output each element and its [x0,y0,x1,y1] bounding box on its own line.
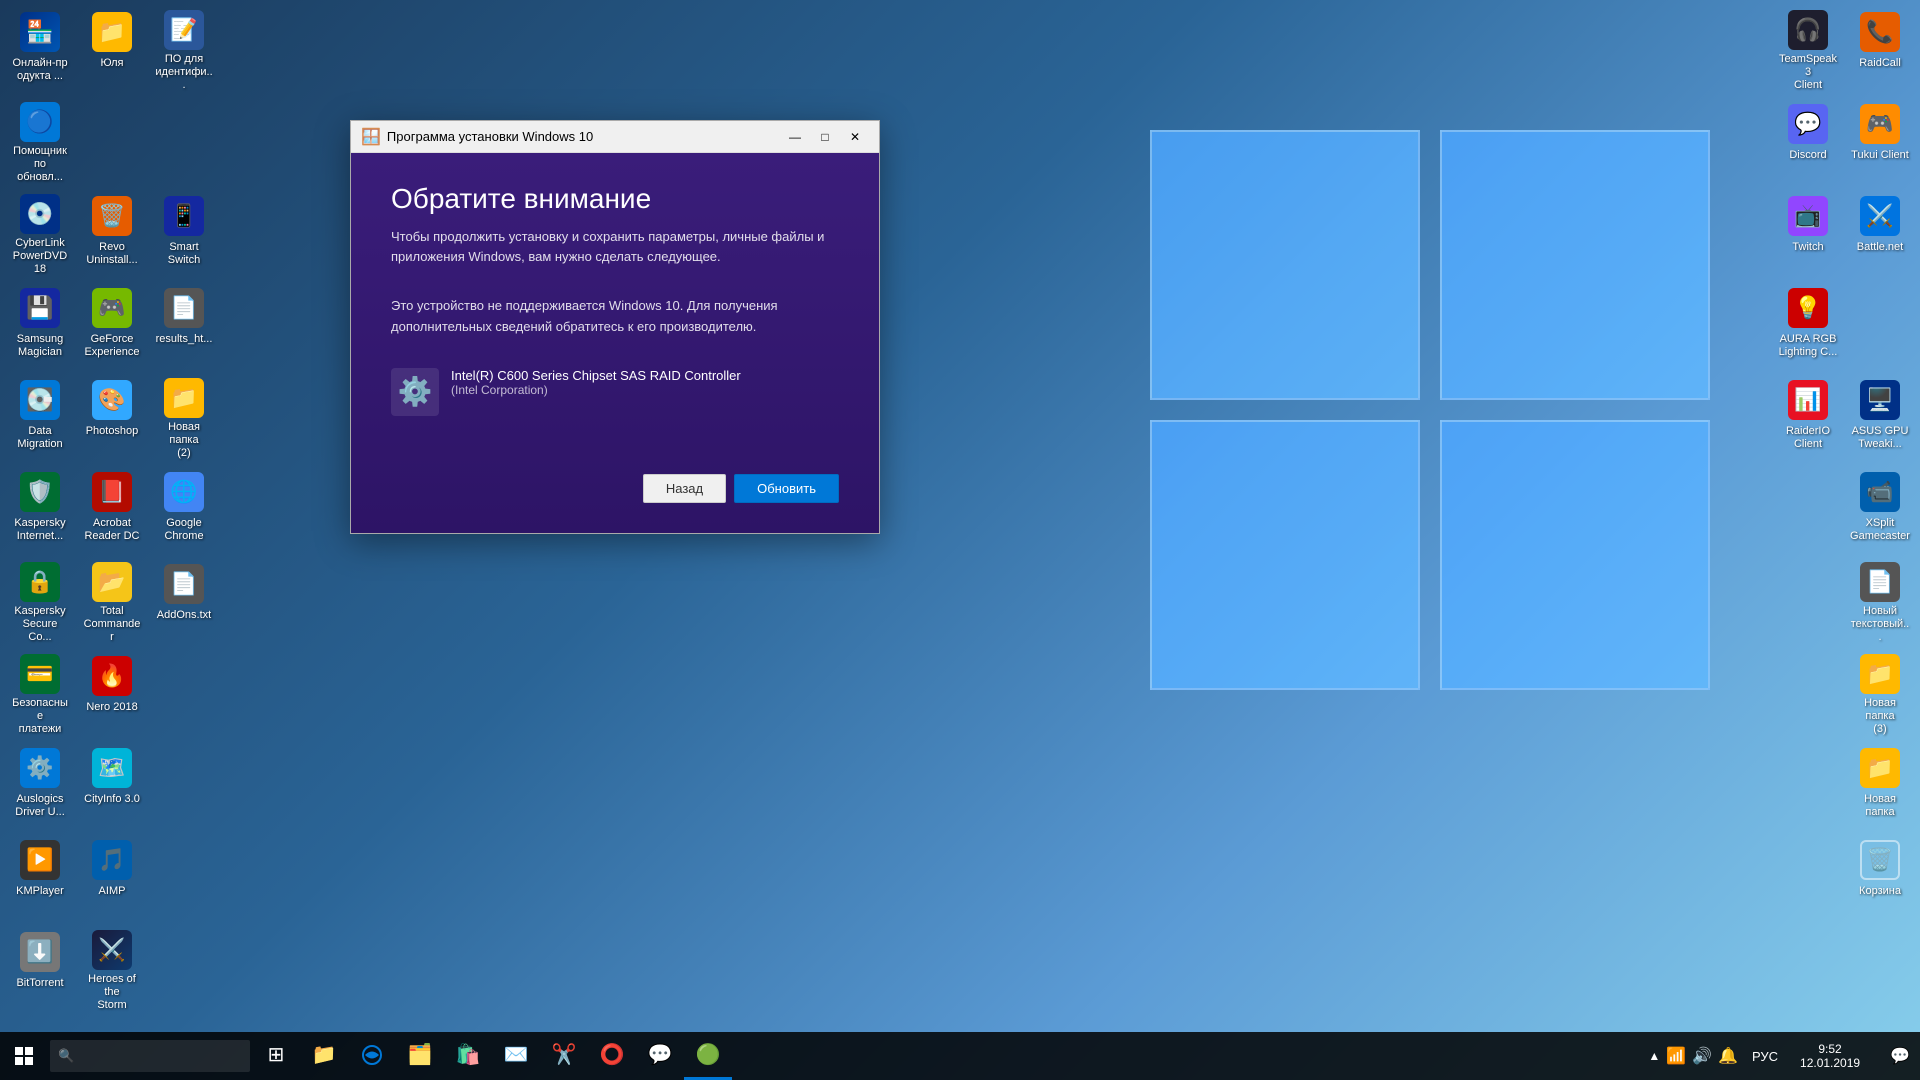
taskbar-item-teams[interactable]: 💬 [636,1032,684,1080]
icon-bittorrent[interactable]: ⬇️ BitTorrent [5,925,75,1015]
device-maker-text: (Intel Corporation) [451,383,741,397]
device-name-text: Intel(R) C600 Series Chipset SAS RAID Co… [451,368,741,383]
icon-asus-gpu-tweakii[interactable]: 🖥️ ASUS GPUTweaki... [1845,373,1915,463]
dialog-maximize-button[interactable]: □ [811,126,839,148]
taskbar-right-area: ▲ 📶 🔊 🔔 РУС 9:52 12.01.2019 💬 [1638,1042,1920,1070]
taskbar-item-file-manager[interactable]: 🗂️ [396,1032,444,1080]
dialog-back-button[interactable]: Назад [643,474,726,503]
icon-results[interactable]: 📄 results_ht... [149,281,219,371]
tray-chevron-icon[interactable]: ▲ [1648,1049,1660,1063]
desktop-icons-area: 🏪 Онлайн-продукта ... 📁 Юля 📝 ПО дляиден… [0,0,1920,1032]
taskbar-item-store[interactable]: 🛍️ [444,1032,492,1080]
dialog-subtext: Чтобы продолжить установку и сохранить п… [391,227,839,266]
tray-network-icon[interactable]: 📶 [1666,1046,1686,1066]
taskbar-clock[interactable]: 9:52 12.01.2019 [1792,1042,1868,1070]
icon-software-id[interactable]: 📝 ПО дляидентифи... [149,5,219,95]
icon-discord[interactable]: 💬 Discord [1773,97,1843,187]
icon-twitch[interactable]: 📺 Twitch [1773,189,1843,279]
dialog-titlebar: 🪟 Программа установки Windows 10 — □ ✕ [351,121,879,153]
dialog-device-info: ⚙️ Intel(R) C600 Series Chipset SAS RAID… [391,368,839,416]
icon-samsung-magician[interactable]: 💾 SamsungMagician [5,281,75,371]
icon-grid-left: 🏪 Онлайн-продукта ... 📁 Юля 📝 ПО дляиден… [5,5,219,1015]
icon-new-folder-empty[interactable]: 📁 Новая папка [1845,741,1915,831]
icon-aimp[interactable]: 🎵 AIMP [77,833,147,923]
dialog-title-text: Программа установки Windows 10 [387,129,781,144]
dialog-body: Обратите внимание Чтобы продолжить устан… [351,153,879,533]
icon-safe-payments[interactable]: 💳 Безопасныеплатежи [5,649,75,739]
icon-photoshop[interactable]: 🎨 Photoshop [77,373,147,463]
icon-online-product[interactable]: 🏪 Онлайн-продукта ... [5,5,75,95]
icon-new-folder-3[interactable]: 📁 Новая папка(3) [1845,649,1915,739]
icon-geforce[interactable]: 🎮 GeForceExperience [77,281,147,371]
dialog-body-text: Это устройство не поддерживается Windows… [391,296,839,338]
tray-volume-icon[interactable]: 🔊 [1692,1046,1712,1066]
icon-new-folder-2[interactable]: 📁 Новая папка(2) [149,373,219,463]
icon-teamspeak[interactable]: 🎧 TeamSpeak 3Client [1773,5,1843,95]
clock-time: 9:52 [1818,1042,1841,1056]
taskbar: 🔍 ⊞ 📁 🗂️ 🛍️ ✉️ ✂️ ⭕ 💬 🟢 ▲ 📶 🔊 🔔 РУС [0,1032,1920,1080]
icon-revo[interactable]: 🗑️ RevoUninstall... [77,189,147,279]
icon-grid-right: 🎧 TeamSpeak 3Client 📞 RaidCall 💬 Discord… [1773,5,1915,923]
icon-kaspersky-internet[interactable]: 🛡️ KasperskyInternet... [5,465,75,555]
icon-total-commander[interactable]: 📂 TotalCommander [77,557,147,647]
icon-google-chrome[interactable]: 🌐 GoogleChrome [149,465,219,555]
icon-new-text-file[interactable]: 📄 Новыйтекстовый... [1845,557,1915,647]
taskbar-pinned-items: ⊞ 📁 🗂️ 🛍️ ✉️ ✂️ ⭕ 💬 🟢 [252,1032,1638,1080]
icon-update-helper[interactable]: 🔵 Помощникпо обновл... [5,97,75,187]
icon-yulya[interactable]: 📁 Юля [77,5,147,95]
dialog-minimize-button[interactable]: — [781,126,809,148]
taskbar-item-snip[interactable]: ✂️ [540,1032,588,1080]
dialog-heading: Обратите внимание [391,183,839,215]
icon-heroes-of-storm[interactable]: ⚔️ Heroes of theStorm [77,925,147,1015]
desktop: 🏪 Онлайн-продукта ... 📁 Юля 📝 ПО дляиден… [0,0,1920,1080]
icon-raidcall[interactable]: 📞 RaidCall [1845,5,1915,95]
icon-kaspersky-secure[interactable]: 🔒 KasperskySecure Co... [5,557,75,647]
icon-kmplayer[interactable]: ▶️ KMPlayer [5,833,75,923]
icon-smart-switch[interactable]: 📱 Smart Switch [149,189,219,279]
icon-raiderio[interactable]: 📊 RaiderIOClient [1773,373,1843,463]
taskbar-item-task-view[interactable]: ⊞ [252,1032,300,1080]
icon-nero[interactable]: 🔥 Nero 2018 [77,649,147,739]
icon-addons-txt[interactable]: 📄 AddOns.txt [149,557,219,647]
dialog-window-controls: — □ ✕ [781,126,869,148]
icon-recycle-bin[interactable]: 🗑️ Корзина [1845,833,1915,923]
windows-10-setup-dialog[interactable]: 🪟 Программа установки Windows 10 — □ ✕ О… [350,120,880,534]
device-icon: ⚙️ [391,368,439,416]
action-center-icon[interactable]: 💬 [1890,1046,1910,1066]
icon-aura-rgb[interactable]: 💡 AURA RGBLighting C... [1773,281,1843,371]
icon-xsplit-gamecaster[interactable]: 📹 XSplitGamecaster [1845,465,1915,555]
taskbar-item-file-explorer[interactable]: 📁 [300,1032,348,1080]
icon-cyberlink[interactable]: 💿 CyberLinkPowerDVD 18 [5,189,75,279]
dialog-close-button[interactable]: ✕ [841,126,869,148]
device-details: Intel(R) C600 Series Chipset SAS RAID Co… [451,368,741,397]
dialog-update-button[interactable]: Обновить [734,474,839,503]
taskbar-item-edge[interactable] [348,1032,396,1080]
system-tray-icons: ▲ 📶 🔊 🔔 [1648,1046,1738,1066]
icon-data-migration[interactable]: 💽 DataMigration [5,373,75,463]
dialog-footer: Назад Обновить [391,454,839,503]
icon-cityinfo[interactable]: 🗺️ CityInfo 3.0 [77,741,147,831]
tray-notification-icon[interactable]: 🔔 [1718,1046,1738,1066]
icon-battlenet[interactable]: ⚔️ Battle.net [1845,189,1915,279]
icon-acrobat[interactable]: 📕 AcrobatReader DC [77,465,147,555]
taskbar-item-opera[interactable]: ⭕ [588,1032,636,1080]
dialog-title-icon: 🪟 [361,127,381,147]
icon-auslogics[interactable]: ⚙️ AuslogicsDriver U... [5,741,75,831]
taskbar-item-active[interactable]: 🟢 [684,1032,732,1080]
taskbar-item-mail[interactable]: ✉️ [492,1032,540,1080]
icon-tukui[interactable]: 🎮 Tukui Client [1845,97,1915,187]
keyboard-language[interactable]: РУС [1746,1049,1784,1064]
search-icon: 🔍 [58,1048,74,1064]
clock-date: 12.01.2019 [1800,1056,1860,1070]
taskbar-search-bar[interactable]: 🔍 [50,1040,250,1072]
start-button[interactable] [0,1032,48,1080]
